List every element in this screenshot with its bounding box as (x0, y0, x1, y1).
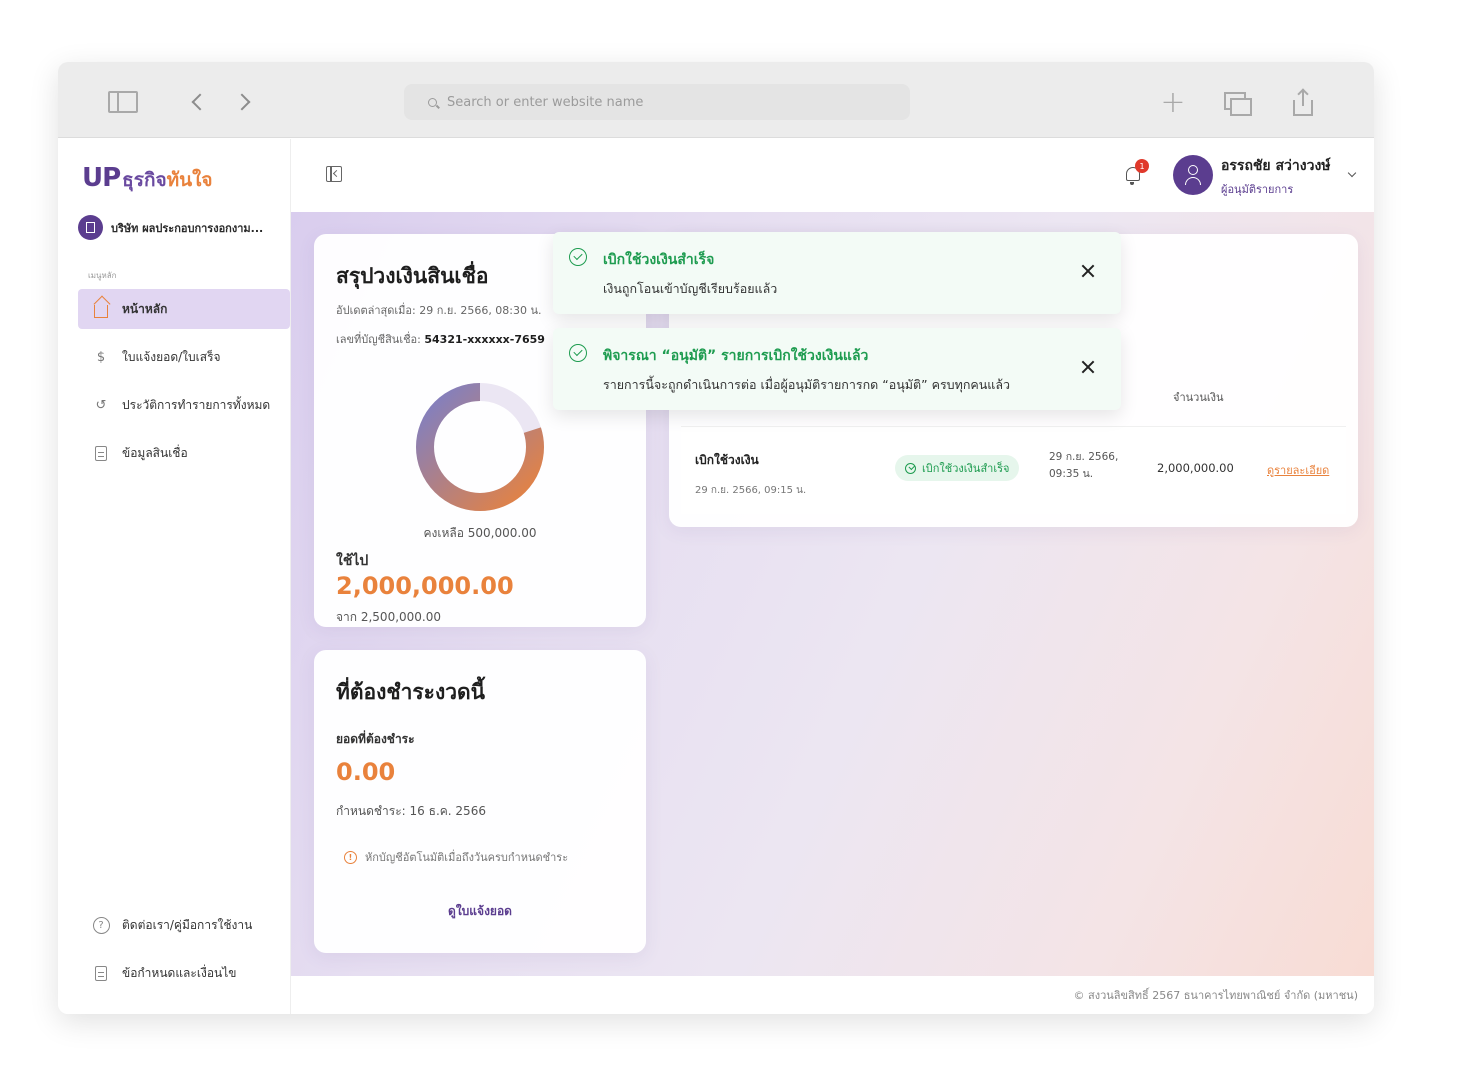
info-warning-icon: ! (344, 850, 357, 864)
sidebar-item-label: ประวัติการทำรายการทั้งหมด (122, 397, 271, 412)
check-circle-icon (569, 248, 587, 266)
browser-toolbar: Search or enter website name + (58, 62, 1374, 138)
browser-window: Search or enter website name + UP ธุรกิจ… (58, 62, 1374, 1014)
forward-icon[interactable] (228, 88, 262, 116)
close-icon[interactable] (1081, 264, 1095, 278)
sidebar-item-invoices[interactable]: $ ใบแจ้งยอด/ใบเสร็จ (78, 337, 290, 377)
app-header: 1 อรรถชัย สว่างวงษ์ ผู้อนุมัติรายการ (291, 139, 1374, 212)
summary-account: เลขที่บัญชีสินเชื่อ: 54321-xxxxxx-7659 (336, 333, 545, 346)
sidebar-item-terms[interactable]: ข้อกำหนดและเงื่อนไข (78, 953, 290, 993)
used-amount: 2,000,000.00 (336, 572, 514, 600)
invoice-icon: $ (96, 349, 106, 365)
history-icon: ↺ (95, 397, 107, 413)
brand-logo[interactable]: UP ธุรกิจ ทันใจ (82, 163, 213, 195)
sidebar-item-label: หน้าหลัก (122, 301, 168, 316)
company-name: บริษัท ผลประกอบการงอกงาม... (111, 221, 264, 235)
user-avatar[interactable] (1173, 155, 1213, 195)
credit-usage-donut (416, 383, 544, 511)
footer-copyright: © สงวนลิขสิทธิ์ 2567 ธนาคารไทยพาณิชย์ จำ… (291, 976, 1374, 1014)
sidebar-item-label: ข้อกำหนดและเงื่อนไข (122, 965, 237, 980)
view-details-link[interactable]: ดูรายละเอียด (1267, 461, 1329, 479)
transaction-date: 29 ก.ย. 2566, 09:15 น. (695, 485, 807, 496)
check-circle-icon (905, 462, 916, 474)
summary-updated: อัปเดตล่าสุดเมื่อ: 29 ก.ย. 2566, 08:30 น… (336, 304, 542, 317)
user-name[interactable]: อรรถชัย สว่างวงษ์ (1221, 155, 1331, 177)
chevron-down-icon[interactable] (1347, 168, 1357, 178)
remaining-amount: คงเหลือ 500,000.00 (423, 526, 537, 540)
sidebar-item-help[interactable]: ? ติดต่อเรา/คู่มือการใช้งาน (78, 905, 290, 945)
menu-heading: เมนูหลัก (88, 271, 117, 280)
due-amount-label: ยอดที่ต้องชำระ (336, 732, 415, 746)
main-content: สรุปวงเงินสินเชื่อ อัปเดตล่าสุดเมื่อ: 29… (291, 212, 1374, 976)
transaction-amount: 2,000,000.00 (1157, 461, 1234, 475)
address-bar[interactable]: Search or enter website name (404, 84, 910, 120)
toast-drawdown-success: เบิกใช้วงเงินสำเร็จ เงินถูกโอนเข้าบัญชีเ… (553, 232, 1121, 314)
collapse-sidebar-icon[interactable] (326, 166, 342, 182)
column-header-amount: จำนวนเงิน (1173, 391, 1224, 404)
sidebar-item-label: ข้อมูลสินเชื่อ (122, 445, 188, 460)
table-row[interactable]: เบิกใช้วงเงิน 29 ก.ย. 2566, 09:15 น. เบิ… (681, 426, 1346, 514)
sidebar-item-history[interactable]: ↺ ประวัติการทำรายการทั้งหมด (78, 385, 290, 425)
used-label: ใช้ไป (336, 553, 369, 569)
logo-text-1: ธุรกิจ (122, 169, 167, 191)
search-icon (428, 97, 437, 107)
logo-up-text: UP (82, 163, 121, 193)
transaction-type: เบิกใช้วงเงิน (695, 453, 759, 467)
notification-badge: 1 (1135, 159, 1149, 173)
autodebit-note-text: หักบัญชีอัตโนมัติเมื่อถึงวันครบกำหนดชำระ (365, 851, 569, 864)
sidebar-item-home[interactable]: หน้าหลัก (78, 289, 290, 329)
total-limit: จาก 2,500,000.00 (336, 610, 442, 624)
due-date: กำหนดชำระ: 16 ธ.ค. 2566 (336, 804, 486, 818)
share-icon[interactable] (1286, 88, 1320, 116)
check-circle-icon (569, 344, 587, 362)
summary-title: สรุปวงเงินสินเชื่อ (336, 264, 489, 288)
building-icon (78, 215, 103, 240)
help-icon: ? (92, 916, 110, 934)
address-placeholder: Search or enter website name (447, 94, 644, 110)
new-tab-plus-icon[interactable]: + (1156, 85, 1190, 120)
company-selector[interactable]: บริษัท ผลประกอบการงอกงาม... (78, 215, 263, 240)
home-icon (92, 300, 110, 318)
toast-approval: พิจารณา “อนุมัติ” รายการเบิกใช้วงเงินแล้… (553, 328, 1121, 410)
due-amount: 0.00 (336, 758, 396, 786)
account-number: 54321-xxxxxx-7659 (424, 333, 545, 346)
autodebit-note: ! หักบัญชีอัตโนมัติเมื่อถึงวันครบกำหนดชำ… (344, 848, 568, 866)
back-icon[interactable] (180, 88, 214, 116)
transaction-completed-time: 29 ก.ย. 2566, 09:35 น. (1049, 451, 1119, 480)
user-role: ผู้อนุมัติรายการ (1221, 183, 1294, 196)
due-title: ที่ต้องชำระงวดนี้ (336, 680, 485, 704)
toast-message: รายการนี้จะถูกดำเนินการต่อ เมื่อผู้อนุมั… (603, 377, 1011, 392)
tabs-overview-icon[interactable] (1220, 88, 1254, 116)
document-icon (92, 444, 110, 462)
toast-title: เบิกใช้วงเงินสำเร็จ (603, 252, 715, 268)
sidebar: UP ธุรกิจ ทันใจ บริษัท ผลประกอบการงอกงาม… (58, 139, 291, 1014)
sidebar-item-loan-info[interactable]: ข้อมูลสินเชื่อ (78, 433, 290, 473)
payment-due-card: ที่ต้องชำระงวดนี้ ยอดที่ต้องชำระ 0.00 กำ… (314, 650, 646, 953)
logo-text-2: ทันใจ (166, 169, 213, 191)
close-icon[interactable] (1081, 360, 1095, 374)
toast-title: พิจารณา “อนุมัติ” รายการเบิกใช้วงเงินแล้… (603, 348, 869, 364)
sidebar-item-label: ใบแจ้งยอด/ใบเสร็จ (122, 349, 221, 364)
sidebar-toggle-icon[interactable] (106, 88, 140, 116)
document-icon (92, 964, 110, 982)
view-statement-link[interactable]: ดูใบแจ้งยอด (314, 902, 646, 921)
toast-message: เงินถูกโอนเข้าบัญชีเรียบร้อยแล้ว (603, 281, 778, 296)
status-badge: เบิกใช้วงเงินสำเร็จ (895, 455, 1020, 481)
sidebar-item-label: ติดต่อเรา/คู่มือการใช้งาน (122, 917, 253, 932)
